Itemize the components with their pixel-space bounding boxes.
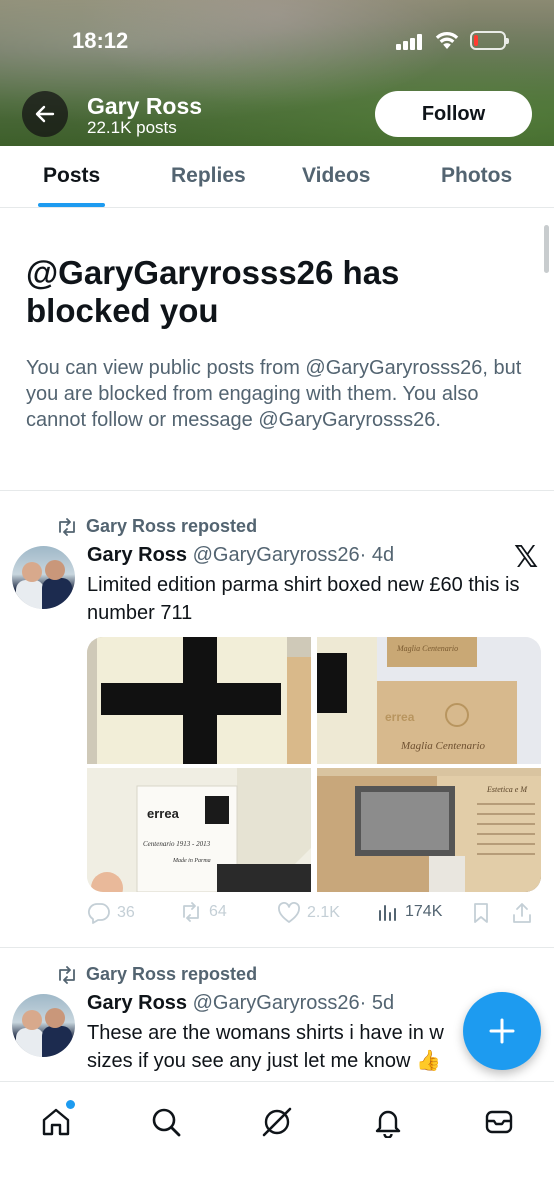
- grok-icon: [262, 1107, 292, 1137]
- nav-messages[interactable]: [481, 1104, 517, 1140]
- divider: [0, 490, 554, 491]
- heart-icon: [278, 902, 300, 923]
- active-tab-indicator: [38, 203, 105, 207]
- post-actions: 36 64 2.1K 174K: [87, 902, 537, 930]
- media-caption-made-in: Made in Parma: [172, 858, 211, 864]
- repost-button[interactable]: 64: [179, 902, 227, 922]
- reply-count: 36: [117, 904, 135, 921]
- repost-label: Gary Ross reposted: [86, 516, 258, 536]
- media-image-label[interactable]: errea Centenario 1913 - 2013 Made in Par…: [87, 768, 311, 892]
- tab-photos[interactable]: Photos: [441, 164, 512, 188]
- cellular-signal-icon: [396, 34, 426, 50]
- views-chart-icon: [379, 905, 396, 921]
- tab-posts[interactable]: Posts: [43, 164, 100, 188]
- reply-icon: [87, 903, 110, 924]
- follow-button[interactable]: Follow: [375, 91, 532, 137]
- repost-indicator: Gary Ross reposted: [56, 516, 257, 537]
- bottom-navigation: [0, 1081, 554, 1200]
- status-time: 18:12: [72, 28, 129, 53]
- views-count: 174K: [405, 903, 443, 920]
- repost-label: Gary Ross reposted: [86, 964, 258, 984]
- messages-icon: [485, 1110, 513, 1134]
- post-time: · 5d: [359, 992, 395, 1014]
- profile-name: Gary Ross: [87, 93, 203, 119]
- media-caption-maglia: Maglia Centenario: [400, 740, 486, 752]
- back-button[interactable]: [22, 91, 68, 137]
- profile-posts-count: 22.1K posts: [87, 118, 177, 137]
- post-author-name[interactable]: Gary Ross: [87, 992, 187, 1014]
- home-notification-dot: [66, 1100, 75, 1109]
- like-button[interactable]: 2.1K: [277, 902, 340, 924]
- blocked-title: @GaryGaryrosss26 has blocked you: [26, 254, 400, 329]
- notifications-icon: [375, 1110, 401, 1138]
- scrollbar[interactable]: [544, 225, 549, 273]
- bookmark-button[interactable]: [471, 902, 491, 924]
- nav-home[interactable]: [38, 1100, 75, 1140]
- home-icon: [42, 1108, 70, 1136]
- media-image-booklet[interactable]: Estetica e M: [317, 768, 541, 892]
- profile-tabs: Posts Replies Videos Photos: [0, 146, 554, 208]
- post-header: Gary Ross @GaryGaryross26· 4d: [87, 544, 394, 567]
- repost-icon: [59, 965, 75, 984]
- status-bar: 18:12: [0, 0, 554, 80]
- post-media-grid[interactable]: Maglia Centenario errea Maglia Centenari…: [87, 637, 541, 892]
- post-author-handle[interactable]: @GaryGaryross26: [193, 544, 360, 566]
- like-count: 2.1K: [307, 904, 340, 921]
- nav-grok[interactable]: [259, 1104, 295, 1140]
- avatar[interactable]: [12, 994, 75, 1057]
- share-button[interactable]: [511, 902, 533, 924]
- post-header: Gary Ross @GaryGaryross26· 5d: [87, 992, 394, 1015]
- divider: [0, 947, 554, 948]
- tab-replies[interactable]: Replies: [171, 164, 246, 188]
- blocked-description: You can view public posts from @GaryGary…: [26, 357, 522, 431]
- nav-notifications[interactable]: [370, 1104, 406, 1140]
- media-caption-estetica: Estetica e M: [486, 785, 528, 794]
- bookmark-icon: [474, 903, 488, 923]
- x-logo-icon: 𝕏: [514, 541, 539, 574]
- reply-button[interactable]: 36: [87, 902, 135, 924]
- arrow-left-icon: [35, 105, 55, 123]
- compose-post-button[interactable]: [463, 992, 541, 1070]
- post-text: Limited edition parma shirt boxed new £6…: [87, 574, 520, 624]
- battery-level: [474, 35, 478, 46]
- post-text: These are the womans shirts i have in w: [87, 1022, 444, 1044]
- repost-icon: [183, 902, 199, 922]
- wifi-icon: [435, 31, 459, 49]
- repost-indicator: Gary Ross reposted: [56, 964, 257, 985]
- media-caption-centenario-box: Maglia Centenario: [396, 644, 458, 653]
- post-author-handle[interactable]: @GaryGaryross26: [193, 992, 360, 1014]
- media-image-shirt-front[interactable]: [87, 637, 311, 764]
- nav-search[interactable]: [148, 1104, 184, 1140]
- media-caption-errea-label: errea: [147, 806, 180, 821]
- share-icon: [513, 903, 531, 923]
- repost-count: 64: [209, 903, 227, 920]
- repost-icon: [59, 517, 75, 536]
- avatar[interactable]: [12, 546, 75, 609]
- plus-icon: [489, 1018, 515, 1044]
- battery-icon: [470, 31, 509, 50]
- media-caption-errea-box: errea: [385, 710, 415, 724]
- search-icon: [152, 1108, 181, 1137]
- media-caption-centenario-label: Centenario 1913 - 2013: [143, 840, 211, 848]
- media-image-box[interactable]: Maglia Centenario errea Maglia Centenari…: [317, 637, 541, 764]
- post-time: · 4d: [359, 544, 395, 566]
- tab-videos[interactable]: Videos: [302, 164, 370, 188]
- views-button[interactable]: 174K: [377, 902, 442, 922]
- post-author-name[interactable]: Gary Ross: [87, 544, 187, 566]
